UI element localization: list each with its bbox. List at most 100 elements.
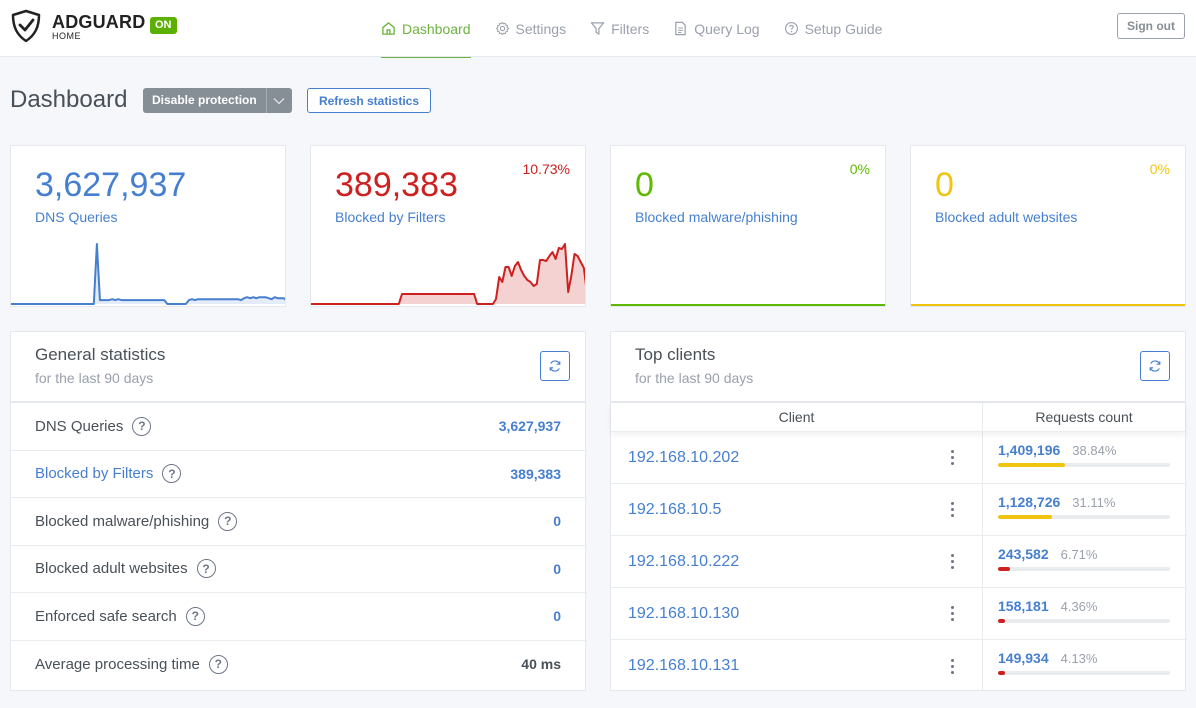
stat-row: DNS Queries? 3,627,937 [11,403,585,451]
help-icon[interactable]: ? [162,464,182,484]
table-row: 192.168.10.202 1,409,196 38.84% [611,432,1185,484]
stat-row-label[interactable]: Blocked by Filters? [35,464,182,484]
stat-row: Average processing time? 40 ms [11,641,585,689]
stat-row-value: 389,383 [510,465,561,482]
requests-cell: 158,181 4.36% [983,588,1185,639]
refresh-top-clients-button[interactable] [1140,351,1170,381]
stat-card-blocked-adult: 0 Blocked adult websites 0% [910,145,1186,307]
more-actions-icon[interactable] [944,657,960,675]
gear-icon [495,21,509,36]
stat-row-label: Enforced safe search? [35,606,205,626]
table-header: Client Requests count [611,403,1185,432]
logo-title: ADGUARD [52,12,146,32]
top-clients-table: Client Requests count 192.168.10.202 1,40… [611,403,1185,692]
stat-row-label: Blocked malware/phishing? [35,511,238,531]
help-icon[interactable]: ? [196,559,216,579]
client-cell: 192.168.10.202 [611,432,983,483]
stat-value: 0 [635,166,654,204]
top-clients-rows: 192.168.10.202 1,409,196 38.84% 192.168.10.… [611,432,1185,692]
sparkline-area [11,244,285,304]
disable-protection-split-button: Disable protection [143,88,292,113]
refresh-general-stats-button[interactable] [540,351,570,381]
logo[interactable]: ADGUARD HOME [10,9,145,43]
request-percent: 31.11% [1072,495,1116,510]
nav-label: Settings [515,20,567,37]
request-count: 1,128,726 [998,494,1061,510]
request-count: 149,934 [998,650,1049,666]
panel-title: Top clients [635,345,716,364]
request-percent: 4.36% [1060,599,1098,614]
request-count: 158,181 [998,598,1049,614]
stat-row: Enforced safe search? 0 [11,593,585,641]
column-header-client[interactable]: Client [611,403,983,431]
stat-baseline [611,304,885,306]
filter-icon [590,22,605,35]
request-share-bar-fill [998,619,1006,623]
stat-row-label: Blocked adult websites? [35,559,216,579]
stat-row: Blocked malware/phishing? 0 [11,498,585,546]
nav-label: Dashboard [402,20,471,37]
requests-cell: 1,409,196 38.84% [983,432,1185,483]
nav-query-log[interactable]: Query Log [673,0,760,57]
nav-setup-guide[interactable]: Setup Guide [784,0,883,57]
stat-row-label-text: Blocked by Filters [35,465,154,483]
stat-value: 0 [935,166,954,204]
request-percent: 6.71% [1060,547,1098,562]
nav-dashboard[interactable]: Dashboard [381,0,471,58]
stat-row-value: 3,627,937 [498,418,561,435]
stat-card-dns-queries: 3,627,937 DNS Queries [10,145,286,307]
more-actions-icon[interactable] [944,605,960,623]
client-cell: 192.168.10.5 [611,484,983,535]
help-icon[interactable]: ? [132,416,152,436]
stat-row-label: Average processing time? [35,654,228,674]
stat-card-blocked-filters: 389,383 Blocked by Filters 10.73% [310,145,586,307]
panel-title: General statistics [35,345,166,364]
dns-queries-sparkline [11,243,285,305]
document-icon [675,21,687,36]
panel-header: General statistics for the last 90 days [11,332,585,403]
request-count: 1,409,196 [998,442,1061,458]
disable-protection-button[interactable]: Disable protection [143,88,266,113]
nav-settings[interactable]: Settings [495,0,567,57]
help-icon[interactable]: ? [218,511,238,531]
stat-row-label-text: Blocked malware/phishing [35,512,210,530]
requests-cell: 243,582 6.71% [983,536,1185,587]
nav-label: Setup Guide [804,20,883,37]
disable-protection-dropdown-toggle[interactable] [265,88,292,113]
client-ip-link[interactable]: 192.168.10.131 [628,657,739,675]
more-actions-icon[interactable] [944,501,960,519]
stat-row: Blocked by Filters? 389,383 [11,451,585,498]
request-share-bar-fill [998,463,1065,467]
client-cell: 192.168.10.222 [611,536,983,587]
stat-card-blocked-malware: 0 Blocked malware/phishing 0% [610,145,886,307]
refresh-statistics-button[interactable]: Refresh statistics [307,88,431,113]
help-icon[interactable]: ? [185,606,205,626]
stat-percent: 10.73% [522,161,570,177]
client-ip-link[interactable]: 192.168.10.130 [628,605,739,623]
home-icon [382,22,395,35]
column-header-requests[interactable]: Requests count [983,403,1185,431]
nav-filters[interactable]: Filters [590,0,649,57]
nav-label: Query Log [694,20,760,37]
table-row: 192.168.10.5 1,128,726 31.11% [611,484,1185,536]
sign-out-button[interactable]: Sign out [1117,13,1185,39]
stat-percent: 0% [1149,161,1170,177]
general-statistics-panel: General statistics for the last 90 days … [10,331,586,691]
client-cell: 192.168.10.131 [611,640,983,692]
more-actions-icon[interactable] [944,449,960,467]
help-icon[interactable]: ? [208,654,228,674]
request-share-bar-fill [998,567,1010,571]
client-ip-link[interactable]: 192.168.10.202 [628,449,739,467]
client-ip-link[interactable]: 192.168.10.222 [628,553,739,571]
request-share-bar [998,671,1170,675]
request-share-bar [998,515,1170,519]
stat-label: Blocked malware/phishing [635,209,798,225]
stat-row-label-text: DNS Queries [35,417,124,435]
stat-row-label-text: Enforced safe search [35,607,177,625]
more-actions-icon[interactable] [944,553,960,571]
request-share-bar [998,619,1170,623]
stat-row-label-text: Average processing time [35,655,200,673]
table-row: 192.168.10.131 149,934 4.13% [611,640,1185,692]
client-ip-link[interactable]: 192.168.10.5 [628,501,721,519]
stat-value: 389,383 [335,166,458,204]
